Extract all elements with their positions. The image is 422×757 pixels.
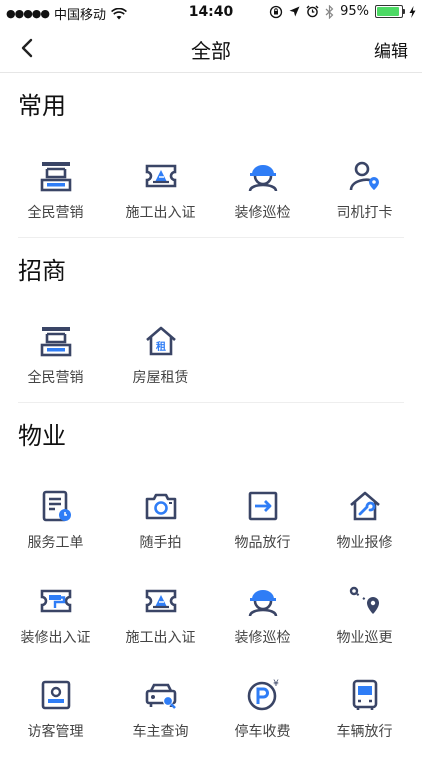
section-divider	[18, 402, 404, 403]
page-title: 全部	[191, 39, 231, 63]
worker-helmet-icon	[248, 163, 277, 193]
app-item-property-patrol[interactable]: 物业巡更	[312, 583, 417, 663]
house-rent-badge: 租	[156, 340, 166, 353]
visitor-icon	[41, 680, 70, 710]
section-divider	[18, 237, 404, 238]
grid-row: 全民营销 租 房屋租赁	[0, 323, 422, 403]
bluetooth-icon	[325, 4, 334, 19]
section-title-investment: 招商	[18, 257, 66, 285]
app-item-label: 施工出入证	[125, 630, 196, 646]
app-item-label: 司机打卡	[336, 205, 393, 221]
edit-button[interactable]: 编辑	[374, 37, 408, 62]
battery-icon	[375, 5, 405, 18]
worker-helmet-icon	[248, 588, 277, 618]
app-item-property-repair[interactable]: 物业报修	[312, 488, 417, 568]
alarm-icon	[306, 5, 319, 18]
app-item-vehicle-release[interactable]: 车辆放行	[312, 677, 417, 757]
app-item-marketing[interactable]: 全民营销	[3, 323, 108, 403]
app-item-work-order[interactable]: 服务工单	[3, 488, 108, 568]
app-item-label: 物业报修	[336, 535, 393, 551]
construction-pass-icon	[145, 589, 176, 613]
app-item-house-rent[interactable]: 租 房屋租赁	[108, 323, 213, 403]
app-item-label: 随手拍	[139, 535, 182, 551]
item-release-icon	[248, 491, 277, 521]
grid-row: 服务工单 随手拍 物品放行 物业报修	[0, 488, 422, 568]
app-item-label: 物业巡更	[336, 630, 393, 646]
app-item-label: 物品放行	[234, 535, 291, 551]
app-item-construction-pass[interactable]: 施工出入证	[108, 158, 213, 238]
app-item-label: 房屋租赁	[132, 370, 189, 386]
house-rent-icon: 租	[145, 326, 176, 356]
app-item-label: 全民营销	[27, 205, 84, 221]
parking-fee-icon: ¥	[247, 679, 279, 711]
parking-fee-badge: ¥	[273, 679, 279, 689]
section-title-property: 物业	[18, 422, 66, 450]
camera-icon	[145, 493, 176, 520]
bus-release-icon	[352, 679, 377, 712]
charging-icon	[409, 5, 416, 18]
construction-pass-icon	[145, 164, 176, 188]
grid-row: 访客管理 车主查询 ¥ 停车收费 车辆放行	[0, 677, 422, 757]
grid-row: 全民营销 施工出入证 装修巡检 司机打卡	[0, 158, 422, 238]
app-item-label: 服务工单	[27, 535, 84, 551]
app-item-label: 施工出入证	[125, 205, 196, 221]
app-item-label: 装修出入证	[20, 630, 91, 646]
app-item-label: 装修巡检	[234, 205, 291, 221]
car-search-icon	[145, 683, 176, 710]
navigation-bar: 全部 编辑	[0, 24, 422, 73]
app-item-label: 车辆放行	[336, 724, 393, 740]
battery-percent: 95%	[340, 4, 369, 19]
rotation-lock-icon	[269, 5, 283, 18]
app-item-item-release[interactable]: 物品放行	[210, 488, 315, 568]
app-item-label: 全民营销	[27, 370, 84, 386]
grid-row: 装修出入证 施工出入证 装修巡检 物业巡更	[0, 583, 422, 663]
app-item-renovation-pass[interactable]: 装修出入证	[3, 583, 108, 663]
marketing-icon	[40, 160, 71, 192]
app-item-parking-fee[interactable]: ¥ 停车收费	[210, 677, 315, 757]
app-item-renovation-inspection[interactable]: 装修巡检	[210, 583, 315, 663]
status-right: 95%	[269, 4, 416, 19]
app-item-visitor-management[interactable]: 访客管理	[3, 677, 108, 757]
driver-checkin-icon	[349, 161, 380, 192]
app-item-label: 访客管理	[27, 724, 84, 740]
app-item-label: 车主查询	[132, 724, 189, 740]
status-bar: ●●●●● 中国移动 14:40 95%	[0, 0, 422, 24]
repair-house-icon	[349, 491, 380, 521]
renovation-pass-icon	[40, 589, 71, 613]
app-item-car-owner-search[interactable]: 车主查询	[108, 677, 213, 757]
app-item-construction-pass[interactable]: 施工出入证	[108, 583, 213, 663]
app-item-marketing[interactable]: 全民营销	[3, 158, 108, 238]
work-order-icon	[42, 490, 72, 523]
marketing-icon	[40, 325, 71, 357]
app-item-snapshot[interactable]: 随手拍	[108, 488, 213, 568]
app-item-label: 装修巡检	[234, 630, 291, 646]
section-title-common: 常用	[18, 92, 66, 120]
app-item-driver-checkin[interactable]: 司机打卡	[312, 158, 417, 238]
app-item-label: 停车收费	[234, 724, 291, 740]
location-arrow-icon	[289, 6, 300, 17]
app-item-renovation-inspection[interactable]: 装修巡检	[210, 158, 315, 238]
patrol-route-icon	[349, 586, 380, 616]
